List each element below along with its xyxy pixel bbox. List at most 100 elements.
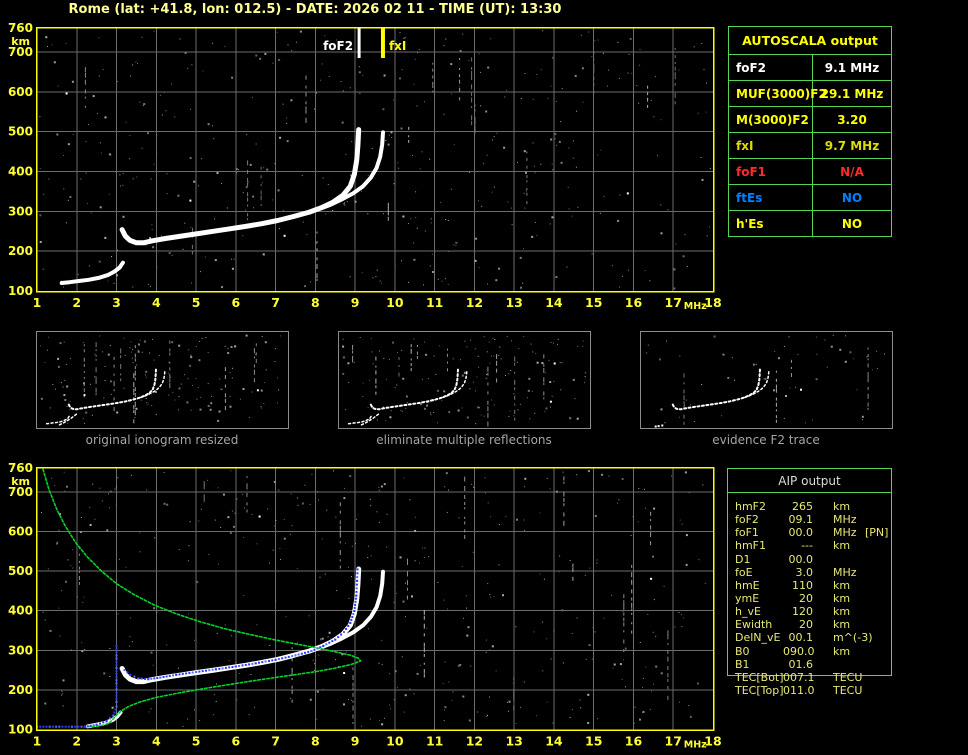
aip-row-extra: [PN] [865, 526, 889, 540]
autoscala-header: AUTOSCALA output [729, 27, 891, 55]
aip-row: B0 090.0 km [728, 645, 891, 658]
x-tick-label: 17 [665, 295, 682, 310]
aip-row: hmF1 --- km [728, 539, 891, 552]
autoscala-row: h'Es NO [729, 211, 891, 236]
x-tick-label: 1 [33, 734, 42, 749]
x-tick-label: 4 [152, 295, 161, 310]
x-tick-label: 12 [466, 734, 483, 749]
y-tick-label: 100 [8, 723, 33, 737]
aip-row-label: D1 [735, 552, 751, 566]
aip-row-label: B1 [735, 657, 750, 671]
aip-row: ymE 20 km [728, 592, 891, 605]
y-tick-label: 100 [8, 284, 33, 298]
y-tick-label: 200 [8, 683, 33, 697]
aip-row-value: 09.1 [788, 513, 814, 527]
x-tick-label: 8 [311, 295, 320, 310]
x-tick-label: 9 [351, 734, 360, 749]
aip-row-value: 265 [792, 500, 813, 513]
x-tick-label: 10 [386, 295, 404, 310]
aip-row-unit: km [833, 539, 851, 553]
aip-row-value: 20 [799, 618, 813, 632]
aip-row-label: hmE [735, 578, 760, 592]
bottom-ionogram: 760700600500400300200100km1 2 3 4 5 6 7 8 9 10 11 1… [8, 461, 722, 751]
thumbnail-ionogram-1 [338, 331, 591, 429]
aip-row-label: B0 [735, 644, 750, 658]
y-tick-label: 500 [8, 125, 33, 139]
autoscala-row-value: NO [841, 216, 863, 231]
x-tick-label: 3 [112, 295, 121, 310]
x-axis-unit: MHz [684, 301, 707, 312]
x-tick-label: 12 [466, 295, 483, 310]
y-tick-label: 500 [8, 564, 33, 578]
autoscala-row-label: foF2 [729, 55, 813, 80]
aip-row-unit [833, 658, 859, 671]
autoscala-row-value: 29.1 MHz [820, 86, 884, 101]
aip-row-unit: km [833, 644, 851, 658]
aip-row: B1 01.6 [728, 658, 891, 671]
station-title: Rome (lat: +41.8, lon: 012.5) - DATE: 20… [68, 2, 562, 17]
aip-row: hmE 110 km [728, 579, 891, 592]
aip-row-value: 00.0 [788, 552, 814, 566]
aip-row-label: TEC[Top] [735, 683, 784, 697]
x-tick-label: 8 [311, 734, 320, 749]
thumbnail-caption-f2trace: evidence F2 trace [712, 433, 820, 447]
autoscala-row-value: N/A [840, 164, 864, 179]
autoscala-row: foF1 N/A [729, 159, 891, 185]
aip-row-label: ymE [735, 591, 760, 605]
autoscala-row: MUF(3000)F2 29.1 MHz [729, 81, 891, 107]
aip-row-unit: km [833, 605, 851, 619]
y-tick-label: 600 [8, 524, 33, 538]
y-tick-label: 760 [8, 461, 33, 475]
autoscala-row-label: M(3000)F2 [729, 107, 813, 132]
autoscala-row: fxI 9.7 MHz [729, 133, 891, 159]
aip-row-label: hmF2 [735, 500, 767, 513]
autoscala-row-label: ftEs [729, 185, 813, 210]
x-tick-label: 7 [271, 295, 280, 310]
aip-row-value: 00.0 [788, 526, 814, 540]
aip-row: D1 00.0 [728, 553, 891, 566]
aip-row-label: h_vE [735, 605, 761, 619]
aip-row-unit: MHz [833, 513, 857, 527]
aip-row-value: 110 [792, 578, 813, 592]
y-axis-unit: km [11, 35, 30, 48]
y-tick-label: 200 [8, 244, 33, 258]
x-tick-label: 11 [426, 295, 443, 310]
thumbnail-ionogram-2 [640, 331, 893, 429]
autoscala-row-label: fxI [729, 133, 813, 158]
aip-row-unit [833, 553, 859, 566]
x-tick-label: 2 [72, 734, 81, 749]
x-tick-label: 13 [505, 734, 522, 749]
autoscala-output-panel: AUTOSCALA output foF2 9.1 MHz MUF(3000)F2 2… [728, 26, 892, 237]
x-tick-label: 2 [72, 295, 81, 310]
aip-row-value: 120 [792, 605, 813, 619]
x-tick-label: 4 [152, 734, 161, 749]
aip-row-unit: km [833, 500, 851, 513]
aip-row-value: 3.0 [795, 565, 814, 579]
x-tick-label: 5 [192, 734, 201, 749]
x-tick-label: 17 [665, 734, 682, 749]
aip-row-label: Ewidth [735, 618, 773, 632]
aip-row: DelN_vE 00.1 m^(-3) [728, 631, 891, 644]
thumbnail-caption-reflections: eliminate multiple reflections [376, 433, 552, 447]
x-tick-label: 7 [271, 734, 280, 749]
marker-label-fxI: fxI [389, 39, 406, 53]
autoscala-rows: foF2 9.1 MHz MUF(3000)F2 29.1 MHz M(3000)F2 3… [729, 55, 891, 236]
top-ionogram: foF2 fxI760700600500400300200100km1 2 3 4 5 6 7… [8, 21, 722, 312]
aip-row: foF2 09.1 MHz [728, 513, 891, 526]
x-tick-label: 10 [386, 734, 404, 749]
autoscala-row-value: 9.7 MHz [824, 138, 880, 153]
y-tick-label: 300 [8, 643, 33, 657]
x-tick-label: 9 [351, 295, 360, 310]
x-tick-label: 11 [426, 734, 443, 749]
aip-row-value: --- [801, 539, 813, 553]
x-tick-label: 16 [625, 734, 643, 749]
x-tick-label: 18 [704, 734, 721, 749]
x-tick-label: 6 [231, 295, 240, 310]
y-tick-label: 600 [8, 85, 33, 99]
x-axis-unit: MHz [684, 740, 707, 751]
aip-row-value: 090.0 [783, 644, 815, 658]
aip-row: foF1 00.0 MHz [PN] [728, 526, 891, 539]
thumbnail-ionogram-0 [36, 331, 289, 429]
aip-row-unit: km [833, 591, 851, 605]
autoscala-row-label: MUF(3000)F2 [729, 81, 827, 106]
